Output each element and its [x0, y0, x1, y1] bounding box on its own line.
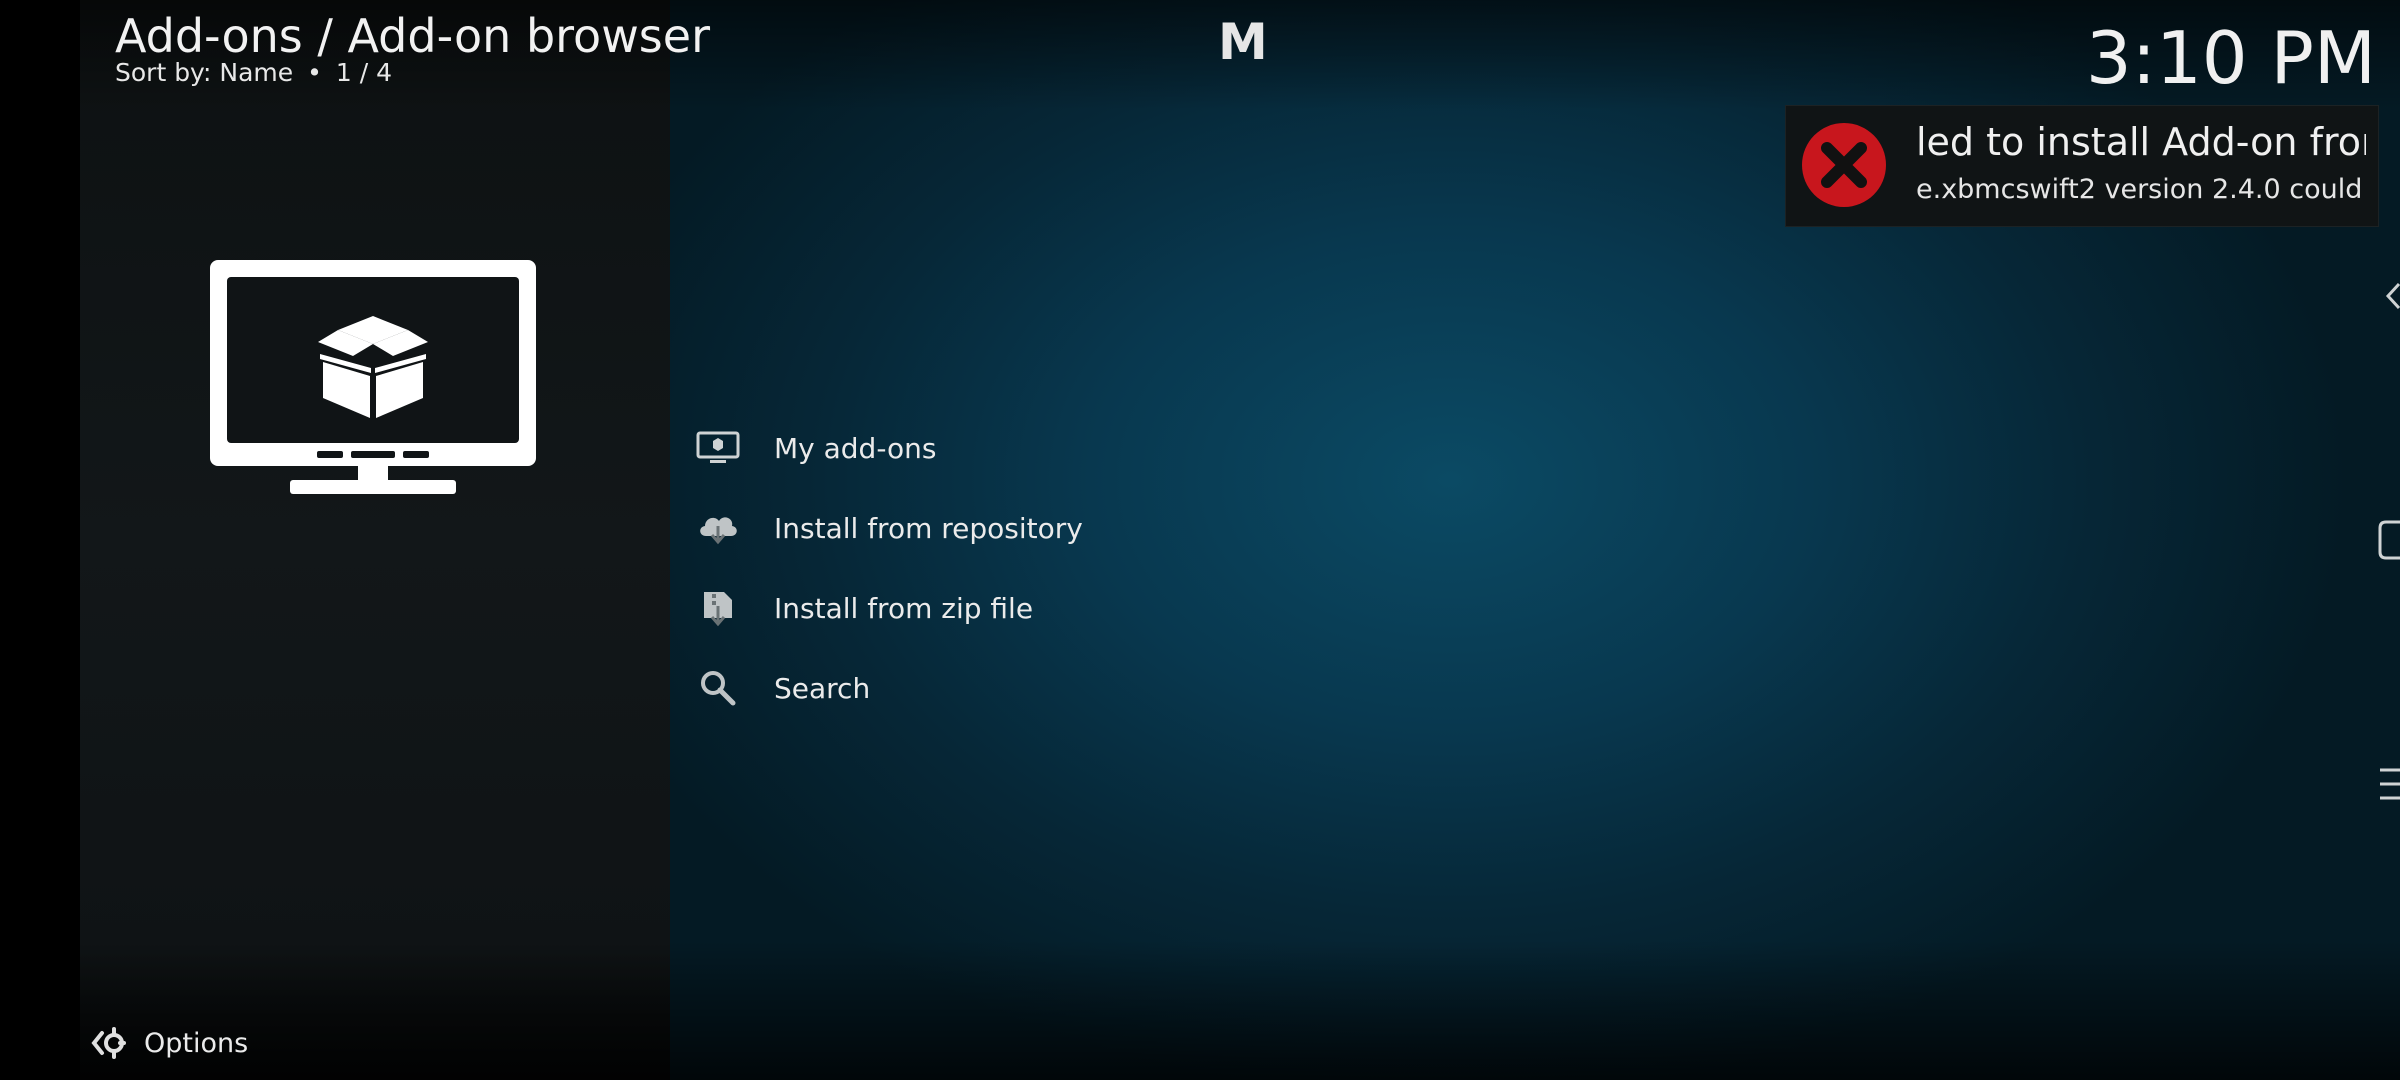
options-button[interactable]: Options — [90, 1020, 248, 1066]
error-notification: led to install Add-on fron e.xbmcswift2 … — [1785, 105, 2379, 227]
separator-dot: • — [307, 58, 322, 87]
menu-item-search[interactable]: Search — [690, 648, 1390, 728]
info-panel — [80, 0, 670, 1080]
addon-box-monitor-icon — [208, 258, 538, 494]
cloud-download-icon — [690, 500, 746, 556]
top-letter: M — [1218, 13, 1268, 71]
sort-info: Sort by: Name • 1 / 4 — [115, 58, 392, 88]
menu-item-label: Install from repository — [774, 511, 1083, 545]
search-icon — [690, 660, 746, 716]
page-count: 1 / 4 — [335, 58, 393, 87]
addon-menu: My add-ons Install from repository Insta… — [690, 408, 1390, 728]
notification-title: led to install Add-on fron — [1916, 120, 2366, 164]
menu-item-label: My add-ons — [774, 431, 937, 465]
addon-browser-screen: Add-ons / Add-on browser Sort by: Name • 1… — [0, 0, 2400, 1080]
menu-item-label: Search — [774, 671, 871, 705]
error-x-icon — [1801, 122, 1887, 208]
left-edge-bar — [0, 0, 80, 1080]
page-title: Add-ons / Add-on browser — [115, 9, 710, 63]
clock: 3:10 PM — [2085, 16, 2376, 100]
notification-message: e.xbmcswift2 version 2.4.0 could — [1916, 174, 2363, 205]
chevron-left-icon[interactable] — [2384, 280, 2400, 316]
menu-item-my-addons[interactable]: My add-ons — [690, 408, 1390, 488]
monitor-addons-icon — [690, 420, 746, 476]
options-label: Options — [144, 1027, 249, 1059]
menu-lines-icon[interactable] — [2376, 764, 2400, 808]
menu-item-install-from-zip[interactable]: Install from zip file — [690, 568, 1390, 648]
window-edge-icon[interactable] — [2376, 520, 2400, 564]
menu-item-install-from-repository[interactable]: Install from repository — [690, 488, 1390, 568]
menu-item-label: Install from zip file — [774, 591, 1034, 625]
sort-label: Sort by: Name — [115, 58, 294, 87]
options-gear-icon — [91, 1027, 126, 1059]
zip-install-icon — [690, 580, 746, 636]
